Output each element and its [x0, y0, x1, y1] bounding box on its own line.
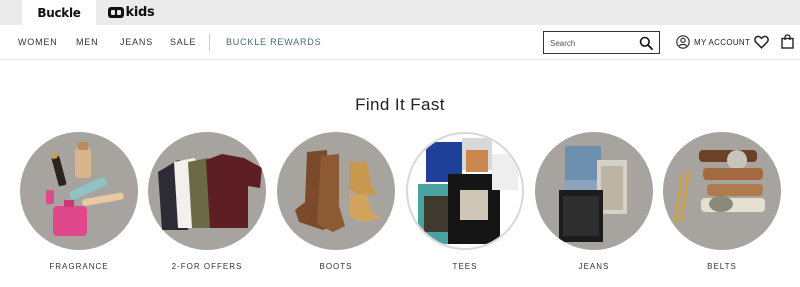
nav-link-women[interactable]: WOMEN: [18, 37, 58, 47]
category-label[interactable]: BELTS: [643, 262, 800, 271]
buckle-kids-logo: kids: [107, 5, 155, 20]
shopping-bag-icon[interactable]: [781, 34, 794, 49]
nav-link-jeans[interactable]: JEANS: [120, 37, 153, 47]
nav-link-men[interactable]: MEN: [76, 37, 98, 47]
category-2-for-offers[interactable]: 2-FOR OFFERS: [148, 132, 266, 271]
category-image[interactable]: [406, 132, 524, 250]
fragrance-bottles-image: [46, 142, 124, 236]
buckle-logo: Buckle: [37, 5, 81, 20]
user-icon: [676, 35, 690, 49]
my-account-label: MY ACCOUNT: [694, 37, 751, 47]
brand-tab-buckle[interactable]: Buckle: [22, 0, 96, 25]
category-image[interactable]: [663, 132, 781, 250]
nav-link-sale[interactable]: SALE: [170, 37, 196, 47]
boots-image: [295, 150, 381, 232]
folded-shirts-image: [158, 154, 262, 230]
category-jeans[interactable]: JEANS: [535, 132, 653, 271]
jeans-image: [559, 146, 627, 242]
nav-link-buckle-rewards[interactable]: BUCKLE REWARDS: [226, 37, 321, 47]
search-box: [543, 31, 660, 54]
category-image[interactable]: [20, 132, 138, 250]
bb-badge-icon: [107, 7, 124, 18]
page-title: Find It Fast: [355, 95, 445, 114]
search-input[interactable]: [550, 36, 634, 50]
belts-image: [673, 150, 765, 223]
category-fragrance[interactable]: FRAGRANCE: [20, 132, 138, 271]
heart-icon[interactable]: [754, 35, 769, 49]
graphic-tees-image: [418, 138, 518, 244]
brand-tab-kids[interactable]: kids: [100, 0, 162, 25]
category-boots[interactable]: BOOTS: [277, 132, 395, 271]
brand-tab-bar: Buckle kids: [0, 0, 800, 25]
category-tees[interactable]: TEES: [406, 132, 524, 271]
category-image[interactable]: [535, 132, 653, 250]
category-image[interactable]: [277, 132, 395, 250]
kids-logo-text: kids: [125, 5, 155, 20]
my-account-link[interactable]: MY ACCOUNT: [676, 35, 750, 49]
nav-divider: [209, 34, 210, 51]
category-image[interactable]: [148, 132, 266, 250]
search-icon[interactable]: [639, 36, 653, 50]
category-belts[interactable]: BELTS: [663, 132, 781, 271]
